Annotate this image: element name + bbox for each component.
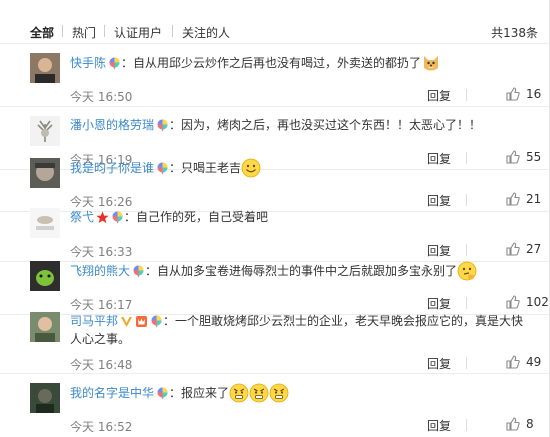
avatar[interactable] [30, 261, 60, 291]
action-divider [466, 419, 467, 431]
comment-text: ：只喝王老吉 [169, 161, 242, 175]
comment-text: ：自从用邱少云炒作之后再也没有喝过，外卖送的都扔了 [121, 56, 422, 70]
tab-all[interactable]: 全部 [30, 24, 54, 41]
avatar[interactable] [30, 116, 60, 146]
comment-item: 快手陈 ：自从用邱少云炒作之后再也没有喝过，外卖送的都扔了 今天 16:50 回复… [0, 45, 550, 107]
comment-item: 我的名字是中华 ：报应来了 今天 16:52 回复 8 [0, 375, 550, 437]
comment-text-continued: 人心之事。 [70, 332, 131, 346]
thinking-emoji-icon [457, 261, 477, 281]
reply-button[interactable]: 回复 [427, 417, 451, 434]
comment-time: 今天 16:48 [70, 358, 133, 372]
tab-divider [104, 25, 105, 37]
avatar[interactable] [30, 158, 60, 188]
comment-panel: 全部 热门 认证用户 关注的人 共138条 快手陈 ：自从用邱少云炒作之后再也没有… [0, 0, 550, 437]
like-count: 49 [526, 355, 542, 369]
action-divider [466, 357, 467, 369]
tab-divider [62, 25, 63, 37]
doge-emoji-icon [424, 56, 439, 71]
verified-v-badge-icon [121, 317, 133, 327]
reply-button[interactable]: 回复 [427, 355, 451, 372]
colorful-balloon-badge-icon [157, 119, 168, 132]
angry-emoji-icon [229, 383, 249, 403]
angry-emoji-icon [269, 383, 289, 403]
comment-text: ：自己作的死，自己受着吧 [124, 210, 269, 224]
avatar[interactable] [30, 208, 60, 238]
comment-username[interactable]: 祭弋 [70, 210, 94, 224]
avatar[interactable] [30, 383, 60, 413]
like-count: 16 [526, 87, 542, 101]
colorful-balloon-badge-icon [151, 315, 162, 328]
colorful-balloon-badge-icon [112, 211, 123, 224]
comment-username[interactable]: 潘小恩的格劳瑞 [70, 118, 154, 132]
smile-emoji-icon [241, 158, 261, 178]
comment-time: 今天 16:50 [70, 90, 133, 104]
avatar[interactable] [30, 53, 60, 83]
comment-text: ：因为，烤肉之后，再也没买过这个东西！！太恶心了！！ [169, 118, 482, 132]
thumbs-up-icon [506, 417, 520, 431]
thumbs-up-icon [506, 355, 520, 369]
colorful-balloon-badge-icon [109, 57, 120, 70]
comment-count: 共138条 [491, 26, 538, 40]
comment-username[interactable]: 我是昀子你是谁 [70, 161, 154, 175]
comment-username[interactable]: 快手陈 [70, 56, 106, 70]
colorful-balloon-badge-icon [157, 162, 168, 175]
thumbs-up-icon [506, 87, 520, 101]
comment-filter-tabs: 全部 热门 认证用户 关注的人 共138条 [0, 0, 550, 44]
comment-username[interactable]: 司马平邦 [70, 314, 118, 328]
comment-item: 司马平邦 ：一个胆敢烧烤邱少云烈士的企业，老天早晚会报应它的，真是大快 人心之事。… [0, 304, 550, 374]
action-divider [466, 89, 467, 101]
reply-button[interactable]: 回复 [427, 87, 451, 104]
tab-divider [172, 25, 173, 37]
tab-hot[interactable]: 热门 [72, 24, 96, 41]
tab-verified[interactable]: 认证用户 [114, 24, 162, 41]
like-count: 8 [526, 417, 534, 431]
colorful-balloon-badge-icon [133, 265, 144, 278]
angry-emoji-icon [249, 383, 269, 403]
comment-username[interactable]: 飞翔的熊大 [70, 264, 130, 278]
avatar[interactable] [30, 312, 60, 342]
vip-crown-badge-icon [136, 316, 148, 327]
comment-text: ：一个胆敢烧烤邱少云烈士的企业，老天早晚会报应它的，真是大快 [163, 314, 524, 328]
colorful-balloon-badge-icon [157, 387, 168, 400]
red-star-badge-icon [96, 211, 109, 223]
tab-following[interactable]: 关注的人 [182, 24, 230, 41]
comment-text: ：自从加多宝卷进侮辱烈士的事件中之后就跟加多宝永别了 [145, 264, 458, 278]
comment-text: ：报应来了 [169, 386, 230, 400]
comment-username[interactable]: 我的名字是中华 [70, 386, 154, 400]
comment-time: 今天 16:52 [70, 420, 133, 434]
